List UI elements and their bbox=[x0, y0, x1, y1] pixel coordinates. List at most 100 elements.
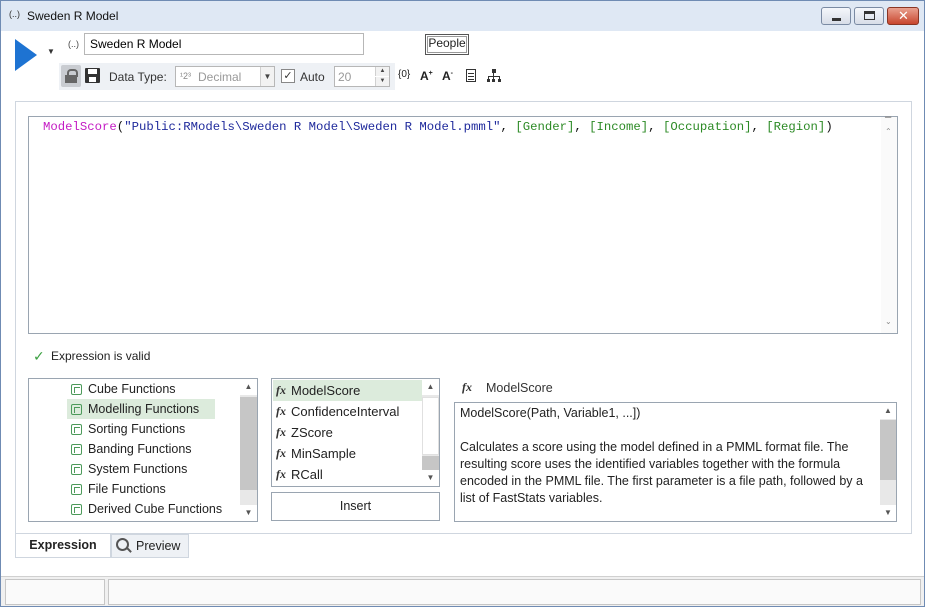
cube-icon bbox=[71, 484, 82, 495]
document-icon[interactable] bbox=[466, 69, 476, 82]
tab-preview-label: Preview bbox=[136, 539, 181, 553]
fx-icon: fx bbox=[276, 425, 286, 439]
sample-size-stepper[interactable]: 20 ▲ ▼ bbox=[334, 66, 390, 87]
minimize-icon bbox=[832, 18, 841, 21]
save-icon[interactable] bbox=[85, 68, 100, 83]
lock-icon[interactable] bbox=[61, 65, 81, 87]
separator-token: , bbox=[648, 120, 663, 134]
expression-window: (..) Sweden R Model ✕ ▼ (..) People Data… bbox=[0, 0, 925, 607]
run-dropdown-chevron-icon[interactable]: ▼ bbox=[47, 47, 55, 56]
category-item-derived-cube-functions[interactable]: Derived Cube Functions bbox=[67, 499, 239, 519]
function-help-box: ModelScore(Path, Variable1, ...]) Calcul… bbox=[454, 402, 897, 522]
close-icon: ✕ bbox=[898, 8, 909, 23]
insert-button[interactable]: Insert bbox=[271, 492, 440, 521]
category-item-cube-functions[interactable]: Cube Functions bbox=[67, 379, 215, 399]
sample-size-value: 20 bbox=[338, 70, 352, 84]
editor-scrollbar[interactable]: ▔ ⌃ ⌄ bbox=[881, 117, 897, 333]
function-label: ConfidenceInterval bbox=[291, 404, 400, 419]
validation-message: Expression is valid bbox=[51, 349, 151, 363]
close-button[interactable]: ✕ bbox=[887, 7, 919, 25]
data-type-label: Data Type: bbox=[109, 70, 167, 84]
cube-icon bbox=[71, 444, 82, 455]
separator-token: , bbox=[574, 120, 590, 134]
expression-code[interactable]: ModelScore("Public:RModels\Sweden R Mode… bbox=[43, 119, 883, 136]
function-category-list[interactable]: Cube Functions Modelling Functions Sorti… bbox=[28, 378, 258, 522]
fx-icon: fx bbox=[276, 446, 286, 460]
run-play-icon[interactable] bbox=[15, 39, 37, 71]
decimal-type-icon: ¹2³ bbox=[180, 71, 191, 81]
expression-editor[interactable]: ModelScore("Public:RModels\Sweden R Mode… bbox=[28, 116, 898, 334]
function-label: ZScore bbox=[291, 425, 333, 440]
fx-icon: fx bbox=[276, 467, 286, 481]
cube-icon bbox=[71, 504, 82, 515]
status-bar bbox=[1, 576, 924, 606]
category-label: Modelling Functions bbox=[88, 402, 200, 416]
cube-icon bbox=[71, 404, 82, 415]
category-item-system-functions[interactable]: System Functions bbox=[67, 459, 215, 479]
function-item-modelscore[interactable]: fx ModelScore bbox=[273, 380, 423, 401]
scroll-up-icon[interactable]: ▲ bbox=[880, 403, 896, 419]
scroll-up-icon[interactable]: ▲ bbox=[240, 379, 257, 395]
help-scroll-thumb[interactable] bbox=[880, 420, 896, 480]
function-item-confidenceinterval[interactable]: fx ConfidenceInterval bbox=[273, 401, 423, 422]
path-string-token: "Public:RModels\Sweden R Model\Sweden R … bbox=[124, 120, 501, 134]
fx-icon: fx bbox=[276, 404, 286, 418]
field-token: [Gender] bbox=[515, 120, 575, 134]
category-label: System Functions bbox=[88, 462, 188, 476]
function-label: RCall bbox=[291, 467, 323, 482]
auto-checkbox[interactable]: ✓ bbox=[281, 69, 295, 83]
tab-expression[interactable]: Expression bbox=[15, 534, 111, 558]
function-list[interactable]: fx ModelScore fx ConfidenceInterval fx ZSco… bbox=[271, 378, 440, 487]
expression-name-input[interactable] bbox=[84, 33, 364, 55]
scroll-up-icon[interactable]: ▲ bbox=[422, 379, 439, 395]
decrease-font-icon[interactable]: A- bbox=[442, 69, 453, 83]
category-item-modelling-functions[interactable]: Modelling Functions bbox=[67, 399, 215, 419]
help-description: Calculates a score using the model defin… bbox=[460, 440, 863, 505]
category-scrollbar[interactable]: ▲ ▼ bbox=[240, 379, 257, 521]
category-label: File Functions bbox=[88, 482, 166, 496]
people-button[interactable]: People bbox=[425, 34, 469, 55]
cube-icon bbox=[71, 464, 82, 475]
function-item-zscore[interactable]: fx ZScore bbox=[273, 422, 423, 443]
insert-braces-icon[interactable]: {0} bbox=[398, 69, 410, 80]
category-scroll-thumb[interactable] bbox=[240, 397, 257, 490]
magnifier-icon bbox=[116, 538, 129, 551]
function-scroll-track bbox=[422, 397, 439, 455]
data-type-select[interactable]: ¹2³ Decimal ▼ bbox=[175, 66, 275, 87]
category-label: Sorting Functions bbox=[88, 422, 186, 436]
function-item-rcall[interactable]: fx RCall bbox=[273, 464, 423, 485]
checkmark-icon: ✓ bbox=[33, 348, 45, 364]
separator-token: , bbox=[500, 120, 516, 134]
function-scroll-thumb[interactable] bbox=[422, 456, 439, 470]
scroll-down-icon[interactable]: ▼ bbox=[240, 505, 257, 521]
scroll-down-icon[interactable]: ▼ bbox=[422, 470, 439, 486]
expression-icon: (..) bbox=[9, 9, 20, 19]
category-item-banding-functions[interactable]: Banding Functions bbox=[67, 439, 215, 459]
scroll-up-icon[interactable]: ▔ bbox=[885, 117, 891, 126]
minimize-button[interactable] bbox=[821, 7, 851, 25]
help-signature: ModelScore(Path, Variable1, ...]) bbox=[460, 406, 641, 420]
increase-font-icon[interactable]: A+ bbox=[420, 69, 433, 83]
chevron-down-icon[interactable]: ▼ bbox=[260, 67, 274, 86]
function-scrollbar[interactable]: ▲ ▼ bbox=[422, 379, 439, 486]
tab-preview[interactable]: Preview bbox=[111, 534, 189, 558]
field-token: [Occupation] bbox=[662, 120, 752, 134]
field-token: [Income] bbox=[589, 120, 649, 134]
stepper-up-icon[interactable]: ▲ bbox=[375, 67, 389, 76]
help-scrollbar[interactable]: ▲ ▼ bbox=[880, 403, 896, 521]
category-item-file-functions[interactable]: File Functions bbox=[67, 479, 215, 499]
window-title: Sweden R Model bbox=[27, 9, 119, 23]
data-type-value: Decimal bbox=[198, 70, 242, 84]
scroll-up-arrow-icon[interactable]: ⌃ bbox=[885, 127, 892, 136]
stepper-down-icon[interactable]: ▼ bbox=[375, 77, 389, 86]
function-item-minsample[interactable]: fx MinSample bbox=[273, 443, 423, 464]
category-label: Derived Cube Functions bbox=[88, 502, 223, 516]
category-label: Banding Functions bbox=[88, 442, 192, 456]
maximize-button[interactable] bbox=[854, 7, 884, 25]
hierarchy-icon[interactable] bbox=[487, 69, 501, 83]
auto-label: Auto bbox=[300, 70, 325, 84]
function-token: ModelScore bbox=[43, 120, 117, 134]
category-item-sorting-functions[interactable]: Sorting Functions bbox=[67, 419, 215, 439]
scroll-down-arrow-icon[interactable]: ⌄ bbox=[885, 317, 892, 326]
scroll-down-icon[interactable]: ▼ bbox=[880, 505, 896, 521]
